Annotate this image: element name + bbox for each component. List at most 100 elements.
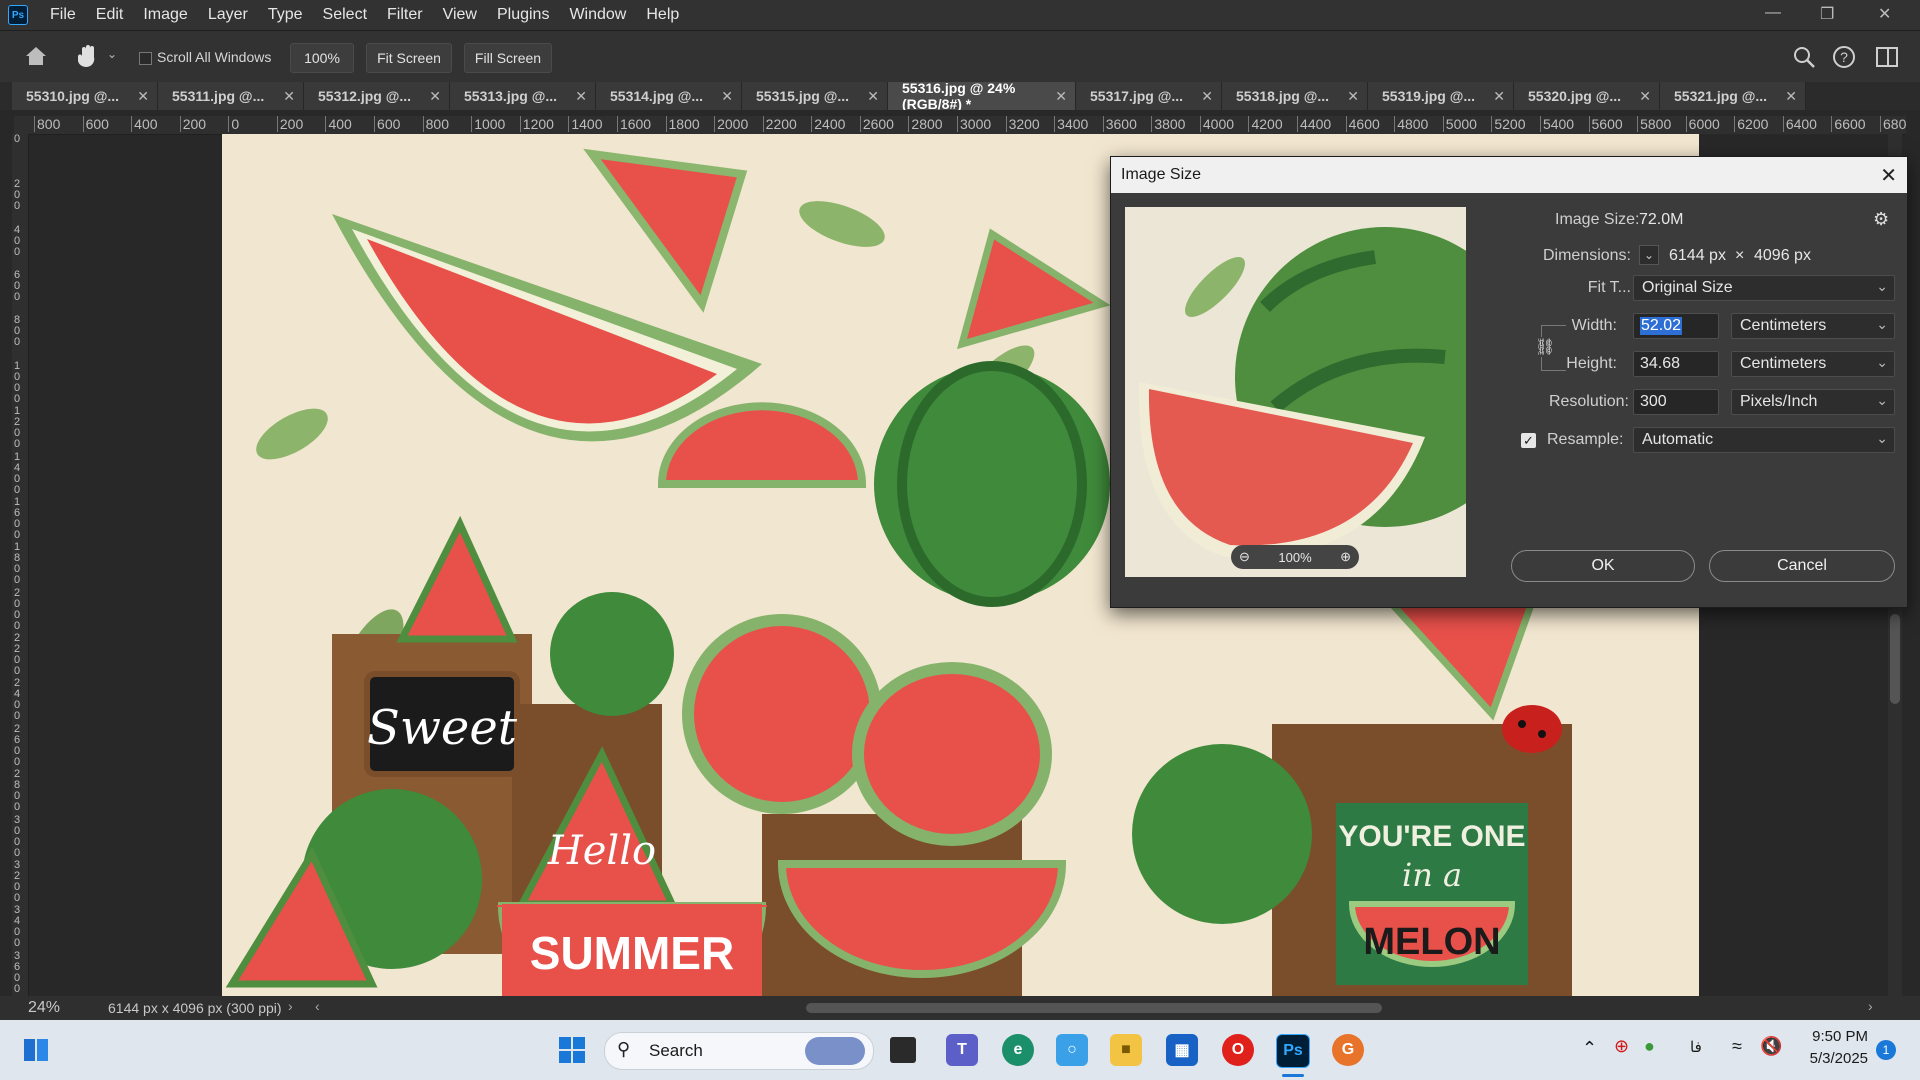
height-input[interactable]: 34.68 — [1633, 351, 1719, 377]
link-icon[interactable]: ⛓ — [1535, 337, 1556, 357]
document-info[interactable]: 6144 px x 4096 px (300 ppi) — [108, 1000, 282, 1016]
close-icon[interactable]: ✕ — [283, 88, 295, 105]
vpn-icon[interactable]: ⊕ — [1614, 1036, 1629, 1057]
close-icon[interactable]: ✕ — [1880, 163, 1897, 188]
workspace-icon[interactable] — [1876, 47, 1898, 67]
chevron-down-icon[interactable]: ⌄ — [107, 47, 117, 61]
menu-help[interactable]: Help — [636, 6, 689, 24]
menu-select[interactable]: Select — [313, 6, 377, 24]
fit-to-select[interactable]: Original Size ⌄ — [1633, 275, 1895, 301]
zoom-level[interactable]: 24% — [28, 999, 60, 1017]
photoshop-taskbar-icon[interactable]: Ps — [1276, 1034, 1310, 1068]
tab-55312[interactable]: 55312.jpg @... ✕ — [304, 82, 450, 110]
hand-tool-icon[interactable] — [76, 43, 100, 69]
scroll-all-windows-label: Scroll All Windows — [157, 49, 272, 65]
scrollbar-thumb[interactable] — [1890, 614, 1900, 704]
zoom-out-icon[interactable]: ⊖ — [1239, 549, 1250, 565]
network-globe-icon[interactable]: ● — [1644, 1036, 1655, 1057]
teams-icon[interactable]: T — [946, 1034, 978, 1066]
close-icon[interactable]: ✕ — [137, 88, 149, 105]
close-icon[interactable]: ✕ — [575, 88, 587, 105]
ruler-tick-label: 400 — [325, 116, 352, 132]
resolution-unit-select[interactable]: Pixels/Inch ⌄ — [1731, 389, 1895, 415]
volume-muted-icon[interactable]: 🔇 — [1760, 1036, 1782, 1057]
ruler-tick-label: 6600 — [1831, 116, 1866, 132]
minimize-icon[interactable]: — — [1765, 4, 1781, 22]
menu-filter[interactable]: Filter — [377, 6, 433, 24]
tab-55320[interactable]: 55320.jpg @... ✕ — [1514, 82, 1660, 110]
chevron-up-icon[interactable]: ⌃ — [1582, 1038, 1597, 1059]
width-input[interactable]: 52.02 — [1633, 313, 1719, 339]
menu-view[interactable]: View — [433, 6, 487, 24]
search-icon[interactable] — [1792, 45, 1816, 69]
scroll-right-icon[interactable]: › — [1868, 998, 1873, 1014]
resample-checkbox[interactable]: ✓ — [1521, 433, 1536, 448]
file-explorer-icon[interactable]: ■ — [1110, 1034, 1142, 1066]
home-icon[interactable] — [24, 45, 48, 67]
resample-select[interactable]: Automatic ⌄ — [1633, 427, 1895, 453]
close-icon[interactable]: ✕ — [721, 88, 733, 105]
close-icon[interactable]: ✕ — [867, 88, 879, 105]
scroll-left-icon[interactable]: ‹ — [315, 998, 320, 1014]
close-icon[interactable]: ✕ — [1639, 88, 1651, 105]
taskbar-search-box[interactable]: ⚲ Search — [604, 1032, 874, 1070]
opera-icon[interactable]: O — [1222, 1034, 1254, 1066]
menu-plugins[interactable]: Plugins — [487, 6, 559, 24]
wifi-icon[interactable]: ≈ — [1732, 1036, 1742, 1057]
scroll-all-windows-checkbox[interactable] — [139, 52, 152, 65]
tab-55315[interactable]: 55315.jpg @... ✕ — [742, 82, 888, 110]
tab-label: 55317.jpg @... — [1090, 88, 1184, 104]
clock-time[interactable]: 9:50 PM — [1808, 1028, 1868, 1045]
close-window-icon[interactable]: ✕ — [1878, 4, 1891, 24]
lens-icon[interactable]: ○ — [1056, 1034, 1088, 1066]
menu-window[interactable]: Window — [559, 6, 636, 24]
tab-55321[interactable]: 55321.jpg @... ✕ — [1660, 82, 1806, 110]
image-preview[interactable]: ⊖ 100% ⊕ — [1125, 207, 1466, 577]
close-icon[interactable]: ✕ — [1201, 88, 1213, 105]
ok-button[interactable]: OK — [1511, 550, 1695, 582]
menu-layer[interactable]: Layer — [198, 6, 258, 24]
menu-image[interactable]: Image — [133, 6, 197, 24]
menu-file[interactable]: File — [40, 6, 86, 24]
clock-date[interactable]: 5/3/2025 — [1800, 1050, 1868, 1067]
close-icon[interactable]: ✕ — [429, 88, 441, 105]
width-unit-select[interactable]: Centimeters ⌄ — [1731, 313, 1895, 339]
tab-55319[interactable]: 55319.jpg @... ✕ — [1368, 82, 1514, 110]
gear-icon[interactable]: ⚙ — [1873, 209, 1889, 230]
help-icon[interactable]: ? — [1832, 45, 1856, 69]
fit-screen-button[interactable]: Fit Screen — [366, 43, 452, 73]
resolution-input[interactable]: 300 — [1633, 389, 1719, 415]
close-icon[interactable]: ✕ — [1785, 88, 1797, 105]
close-icon[interactable]: ✕ — [1347, 88, 1359, 105]
zoom-in-icon[interactable]: ⊕ — [1340, 549, 1351, 565]
restore-icon[interactable]: ❐ — [1820, 4, 1834, 24]
start-icon[interactable] — [556, 1034, 588, 1066]
widgets-icon[interactable] — [20, 1034, 52, 1066]
fill-screen-button[interactable]: Fill Screen — [464, 43, 552, 73]
edge-icon[interactable]: e — [1002, 1034, 1034, 1066]
close-icon[interactable]: ✕ — [1055, 88, 1067, 105]
menu-edit[interactable]: Edit — [86, 6, 134, 24]
tab-55311[interactable]: 55311.jpg @... ✕ — [158, 82, 304, 110]
menu-type[interactable]: Type — [258, 6, 313, 24]
notification-badge[interactable]: 1 — [1876, 1040, 1896, 1060]
close-icon[interactable]: ✕ — [1493, 88, 1505, 105]
tab-55318[interactable]: 55318.jpg @... ✕ — [1222, 82, 1368, 110]
language-indicator[interactable]: فا — [1690, 1038, 1702, 1056]
chevron-right-icon[interactable]: › — [288, 998, 293, 1014]
tab-55317[interactable]: 55317.jpg @... ✕ — [1076, 82, 1222, 110]
tab-55316-active[interactable]: 55316.jpg @ 24% (RGB/8#) * ✕ — [888, 80, 1076, 112]
app-g-icon[interactable]: G — [1332, 1034, 1364, 1066]
cancel-button[interactable]: Cancel — [1709, 550, 1895, 582]
zoom-100-button[interactable]: 100% — [290, 43, 354, 73]
store-icon[interactable]: ▦ — [1166, 1034, 1198, 1066]
task-view-icon[interactable] — [890, 1037, 916, 1063]
in-a-text: in a — [1402, 856, 1462, 894]
menu-bar: Ps File Edit Image Layer Type Select Fil… — [0, 0, 1920, 30]
height-unit-select[interactable]: Centimeters ⌄ — [1731, 351, 1895, 377]
tab-55310[interactable]: 55310.jpg @... ✕ — [12, 82, 158, 110]
tab-55314[interactable]: 55314.jpg @... ✕ — [596, 82, 742, 110]
tab-55313[interactable]: 55313.jpg @... ✕ — [450, 82, 596, 110]
horizontal-scrollbar-thumb[interactable] — [806, 1003, 1382, 1013]
chevron-down-icon[interactable]: ⌄ — [1639, 245, 1659, 265]
